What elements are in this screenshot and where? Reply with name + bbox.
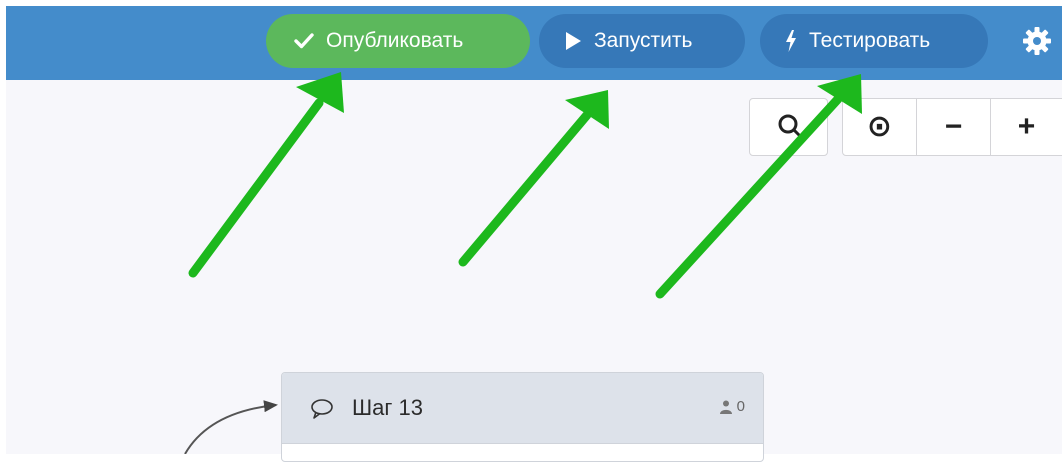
annotation-arrow-publish	[188, 72, 344, 278]
annotation-arrow-run	[458, 90, 609, 267]
annotation-overlay	[184, 72, 862, 454]
connector-arrow	[184, 400, 278, 454]
annotation-arrow-test	[655, 74, 862, 299]
